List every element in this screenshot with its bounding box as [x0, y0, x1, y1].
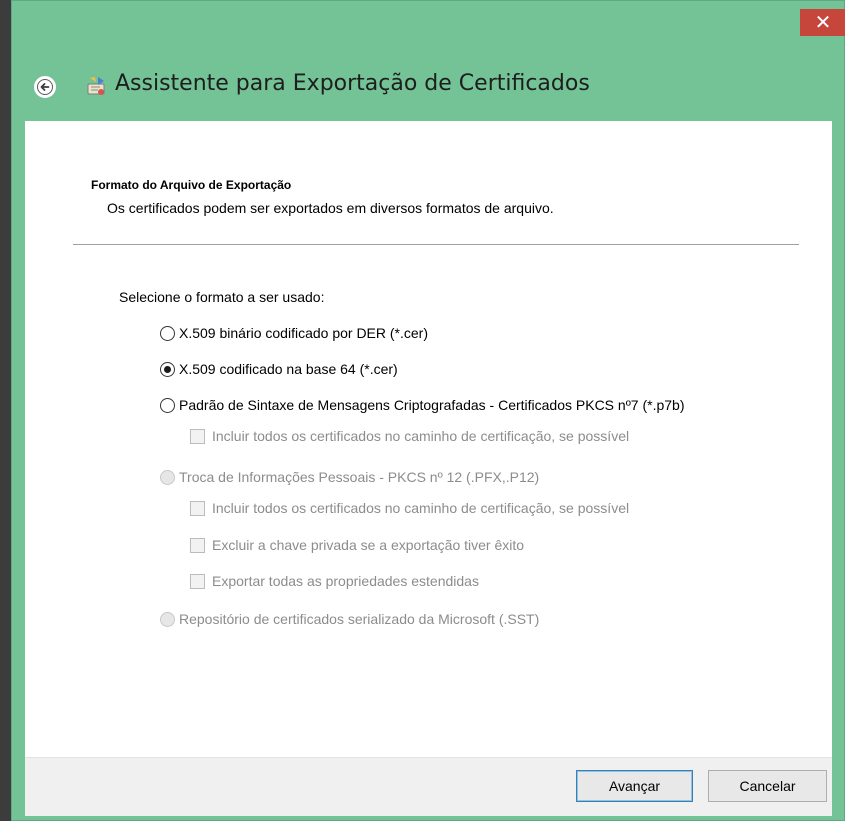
pfx-delete-key-box[interactable]: [190, 537, 205, 553]
option-sst-label: Repositório de certificados serializado …: [179, 611, 540, 627]
pfx-export-props-checkbox[interactable]: Exportar todas as propriedades estendida…: [190, 573, 479, 589]
option-pkcs12[interactable]: Troca de Informações Pessoais - PKCS nº …: [160, 469, 539, 485]
next-button[interactable]: Avançar: [576, 770, 693, 802]
section-description: Os certificados podem ser exportados em …: [107, 200, 554, 216]
desktop-background: [0, 0, 11, 821]
header-separator: [73, 244, 799, 245]
option-base64-label: X.509 codificado na base 64 (*.cer): [179, 361, 398, 377]
option-sst[interactable]: Repositório de certificados serializado …: [160, 611, 539, 627]
pfx-delete-key-label: Excluir a chave privada se a exportação …: [212, 537, 525, 553]
pfx-export-props-label: Exportar todas as propriedades estendida…: [212, 573, 479, 589]
pfx-include-all-box[interactable]: [190, 500, 205, 516]
option-der-binary-label: X.509 binário codificado por DER (*.cer): [179, 325, 429, 341]
format-prompt: Selecione o formato a ser usado:: [119, 289, 325, 305]
cancel-button[interactable]: Cancelar: [708, 770, 827, 802]
radio-sst[interactable]: [160, 611, 175, 627]
radio-pkcs7[interactable]: [160, 397, 175, 413]
pfx-include-all-checkbox[interactable]: Incluir todos os certificados no caminho…: [190, 500, 629, 516]
radio-der-binary[interactable]: [160, 325, 175, 341]
pfx-delete-key-checkbox[interactable]: Excluir a chave privada se a exportação …: [190, 537, 524, 553]
back-arrow-icon: [37, 79, 53, 95]
option-pkcs7-label: Padrão de Sintaxe de Mensagens Criptogra…: [179, 397, 685, 413]
p7b-include-all-checkbox[interactable]: Incluir todos os certificados no caminho…: [190, 428, 629, 444]
window-title: Assistente para Exportação de Certificad…: [115, 71, 590, 96]
pfx-export-props-box[interactable]: [190, 573, 205, 589]
option-pkcs12-label: Troca de Informações Pessoais - PKCS nº …: [179, 469, 540, 485]
option-base64[interactable]: X.509 codificado na base 64 (*.cer): [160, 361, 398, 377]
close-icon: ✕: [814, 12, 832, 34]
close-button[interactable]: ✕: [800, 9, 845, 36]
radio-pkcs12[interactable]: [160, 469, 175, 485]
option-der-binary[interactable]: X.509 binário codificado por DER (*.cer): [160, 325, 428, 341]
p7b-include-all-label: Incluir todos os certificados no caminho…: [212, 428, 630, 444]
radio-base64[interactable]: [160, 361, 175, 377]
option-pkcs7[interactable]: Padrão de Sintaxe de Mensagens Criptogra…: [160, 397, 685, 413]
p7b-include-all-box[interactable]: [190, 428, 205, 444]
pfx-include-all-label: Incluir todos os certificados no caminho…: [212, 500, 630, 516]
section-title: Formato do Arquivo de Exportação: [91, 178, 292, 192]
certificate-wizard-icon: [87, 77, 105, 95]
back-button[interactable]: [34, 76, 56, 98]
